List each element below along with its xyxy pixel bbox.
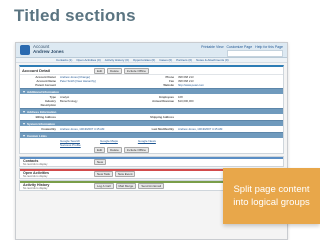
right-field-column: Phone 398 068 213 Fax 398 068 213 Websit… <box>138 75 256 87</box>
field-row: Created By Andrew Jones, 10/19/2007 4:15… <box>20 127 138 131</box>
field-value[interactable]: Andrew Jones, 10/19/2007 4:15 AM <box>176 127 256 131</box>
section-title: Address Information <box>27 109 57 114</box>
detail-fields: Account Owner Andrew Jones [Change] Acco… <box>20 75 283 87</box>
field-row: Website http://www.peter.com <box>138 83 256 87</box>
field-row: Billing Address <box>20 115 138 119</box>
collapse-triangle-icon <box>23 134 25 137</box>
detail-title: Account Detail <box>22 68 51 73</box>
additional-fields: Type Analyst Industry Biotechnology Desc… <box>20 95 283 107</box>
ruler-link-activity-history[interactable]: Activity History (0) <box>105 58 129 62</box>
ruler-link-notes[interactable]: Notes & Attachments (0) <box>196 58 229 62</box>
record-name: Andrew Jones <box>33 49 64 54</box>
field-value: Biotechnology <box>60 99 78 103</box>
field-label: Last Modified By <box>151 127 174 131</box>
field-label: Billing Address <box>35 115 56 119</box>
collapse-triangle-icon <box>23 122 25 125</box>
ruler-link-cases[interactable]: Cases (0) <box>159 58 172 62</box>
header-search-bar[interactable] <box>227 50 283 57</box>
field-value: $10,000,000 <box>178 99 194 103</box>
collapse-triangle-icon <box>23 90 25 93</box>
section-header-address[interactable]: Address Information <box>20 108 283 114</box>
account-logo-icon <box>20 45 30 55</box>
field-value[interactable]: http://www.peter.com <box>176 83 256 87</box>
collapse-triangle-icon <box>23 110 25 113</box>
new-event-button[interactable]: New Event <box>114 171 136 177</box>
related-list-links: Contacts (1) Open Activities (0) Activit… <box>16 58 287 63</box>
field-label: Website <box>163 83 174 87</box>
slide-title: Titled sections <box>14 6 136 25</box>
printable-view-link[interactable]: Printable View <box>201 45 223 49</box>
related-list-buttons: New Task New Event <box>94 171 136 177</box>
section-title: Additional Information <box>27 89 59 94</box>
detail-buttons: Edit Delete Include Offline <box>94 68 149 74</box>
bottom-buttons: Edit Delete Include Offline <box>20 147 283 153</box>
field-value[interactable]: Andrew Jones, 10/19/2007 4:15 AM <box>58 127 138 131</box>
related-list-accent <box>20 157 283 159</box>
ruler-link-partners[interactable]: Partners (0) <box>176 58 192 62</box>
left-field-column: Account Owner Andrew Jones [Change] Acco… <box>20 75 138 87</box>
section-header-system[interactable]: System Information <box>20 120 283 126</box>
detail-header: Account Detail Edit Delete Include Offli… <box>20 67 283 75</box>
new-task-button[interactable]: New Task <box>94 171 113 177</box>
field-label: Annual Revenue <box>152 99 174 103</box>
section-header-custom-links[interactable]: Custom Links <box>20 132 283 138</box>
app-header: Account Andrew Jones Printable View Cust… <box>16 43 287 58</box>
system-fields: Created By Andrew Jones, 10/19/2007 4:15… <box>20 127 283 131</box>
callout-box: Split page content into logical groups <box>223 168 320 224</box>
field-label: Description <box>40 103 56 107</box>
header-links: Printable View Customize Page Help for t… <box>201 45 283 49</box>
field-label: Shipping Address <box>150 115 174 119</box>
empty-message: No records to display <box>23 187 48 190</box>
field-label: Created By <box>41 127 56 131</box>
new-contact-button[interactable]: New <box>94 159 107 165</box>
callout-text: Split page content into logical groups <box>233 184 310 208</box>
google-maps-link[interactable]: Google Maps <box>100 139 118 143</box>
edit-button[interactable]: Edit <box>94 147 106 153</box>
field-row: Last Modified By Andrew Jones, 10/19/200… <box>138 127 256 131</box>
ruler-link-open-activities[interactable]: Open Activities (0) <box>76 58 100 62</box>
field-value[interactable]: Peter Smith [View Hierarchy] <box>58 79 138 83</box>
empty-message: No records to display <box>23 175 48 178</box>
section-title: Custom Links <box>27 133 47 138</box>
empty-message: No records to display <box>23 163 48 166</box>
field-row: Shipping Address <box>138 115 256 119</box>
help-link[interactable]: Help for this Page <box>255 45 283 49</box>
related-list-contacts: Contacts New No records to display <box>19 156 284 167</box>
log-a-call-button[interactable]: Log A Call <box>94 183 114 189</box>
mail-merge-button[interactable]: Mail Merge <box>115 183 137 189</box>
include-offline-button[interactable]: Include Offline <box>123 68 149 74</box>
field-label: Parent Account <box>35 83 56 87</box>
google-news-link[interactable]: Google News <box>138 139 156 143</box>
section-header-additional[interactable]: Additional Information <box>20 88 283 94</box>
send-email-button[interactable]: Send An Email <box>138 183 165 189</box>
left-field-column: Type Analyst Industry Biotechnology Desc… <box>20 95 138 107</box>
ruler-link-opportunities[interactable]: Opportunities (0) <box>133 58 155 62</box>
record-title: Account Andrew Jones <box>33 44 64 54</box>
section-title: System Information <box>27 121 56 126</box>
delete-button[interactable]: Delete <box>107 147 122 153</box>
include-offline-button[interactable]: Include Offline <box>123 147 149 153</box>
field-row: Description <box>20 103 138 107</box>
right-field-column: Employees 168 Annual Revenue $10,000,000 <box>138 95 256 107</box>
related-list-buttons: New <box>94 159 107 165</box>
delete-button[interactable]: Delete <box>107 68 122 74</box>
success-profile-link[interactable]: Success Profile <box>60 143 81 147</box>
address-fields: Billing Address Shipping Address <box>20 115 283 119</box>
related-list-buttons: Log A Call Mail Merge Send An Email <box>94 183 165 189</box>
account-detail-panel: Account Detail Edit Delete Include Offli… <box>19 65 284 154</box>
edit-button[interactable]: Edit <box>94 68 106 74</box>
ruler-link-contacts[interactable]: Contacts (1) <box>56 58 72 62</box>
field-row: Parent Account <box>20 83 138 87</box>
field-row: Annual Revenue $10,000,000 <box>138 99 256 103</box>
customize-page-link[interactable]: Customize Page <box>226 45 252 49</box>
